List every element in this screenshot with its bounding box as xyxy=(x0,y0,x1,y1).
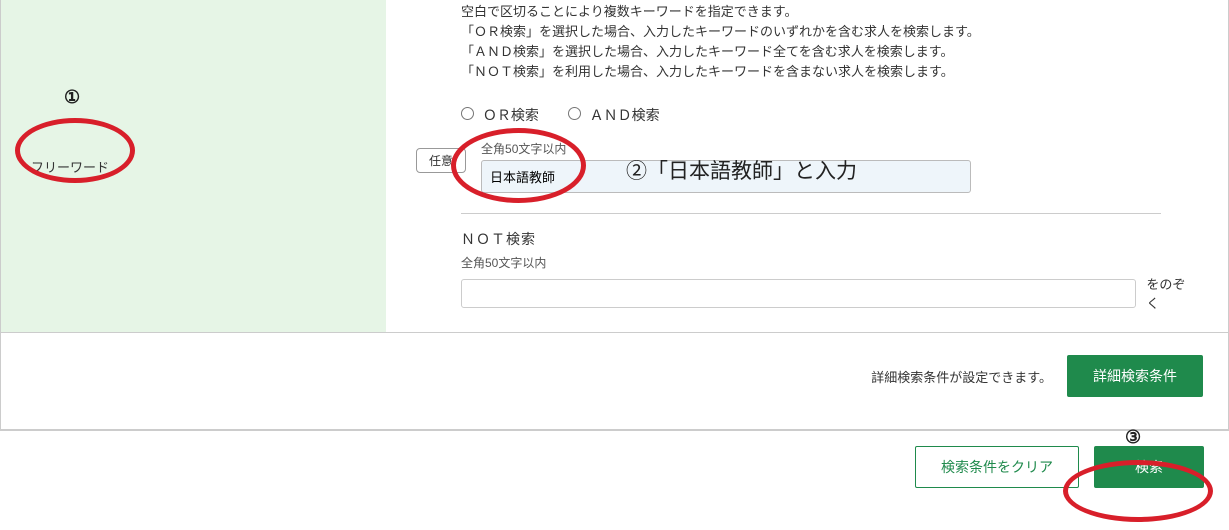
detail-conditions-button[interactable]: 詳細検索条件 xyxy=(1067,355,1203,397)
keyword-input[interactable] xyxy=(481,160,971,193)
radio-and-input[interactable] xyxy=(568,107,581,120)
divider xyxy=(461,213,1161,214)
radio-and[interactable]: ＡＮＤ検索 xyxy=(568,107,660,123)
clear-conditions-button[interactable]: 検索条件をクリア xyxy=(915,446,1079,488)
not-limit: 全角50文字以内 xyxy=(461,254,1198,271)
radio-and-label: ＡＮＤ検索 xyxy=(590,107,660,123)
not-input[interactable] xyxy=(461,279,1136,308)
not-label: ＮＯＴ検索 xyxy=(461,229,1198,249)
hint-line-4: 「ＮＯＴ検索」を利用した場合、入力したキーワードを含まない求人を検索します。 xyxy=(416,61,1198,80)
radio-or-label: ＯＲ検索 xyxy=(483,107,539,123)
optional-badge: 任意 xyxy=(416,148,466,173)
hint-line-3: 「ＡＮＤ検索」を選択した場合、入力したキーワード全てを含む求人を検索します。 xyxy=(416,41,1198,60)
input-limit: 全角50文字以内 xyxy=(481,140,1198,157)
sidebar-label: フリーワード xyxy=(31,157,109,176)
radio-or-input[interactable] xyxy=(461,107,474,120)
footer-note: 詳細検索条件が設定できます。 xyxy=(871,367,1052,386)
hint-line-2: 「ＯＲ検索」を選択した場合、入力したキーワードのいずれかを含む求人を検索します。 xyxy=(416,21,1198,40)
radio-or[interactable]: ＯＲ検索 xyxy=(461,107,543,123)
hint-line-1: 空白で区切ることにより複数キーワードを指定できます。 xyxy=(416,1,1198,20)
exclude-suffix: をのぞく xyxy=(1146,274,1198,312)
search-button[interactable]: 検索 xyxy=(1094,446,1204,488)
